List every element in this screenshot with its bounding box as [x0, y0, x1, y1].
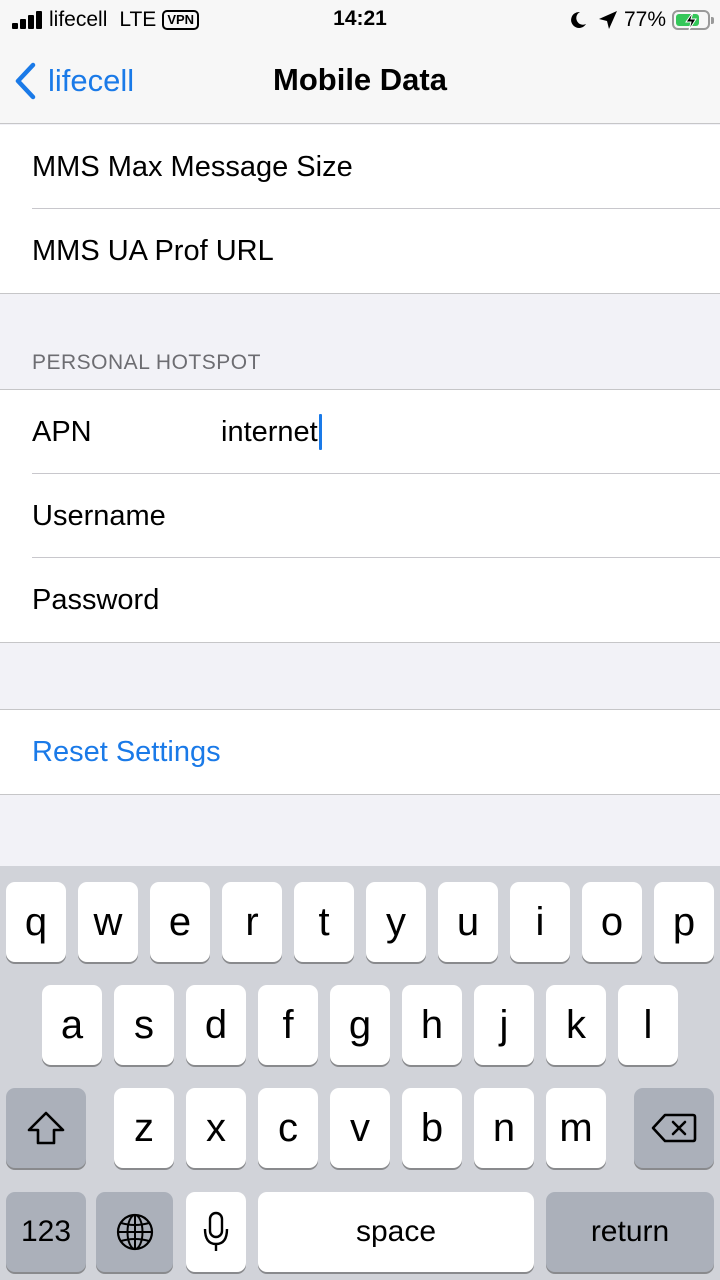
key-d[interactable]: d — [186, 985, 246, 1065]
apn-label: APN — [32, 415, 92, 448]
key-z[interactable]: z — [114, 1088, 174, 1168]
apn-field[interactable]: internet — [221, 390, 322, 474]
key-j[interactable]: j — [474, 985, 534, 1065]
microphone-icon — [203, 1211, 229, 1251]
keyboard: q w e r t y u i o p a s d f g h j k l z … — [0, 866, 720, 1280]
numbers-key[interactable]: 123 — [6, 1192, 86, 1272]
key-o[interactable]: o — [582, 882, 642, 962]
text-cursor — [318, 414, 322, 450]
username-label: Username — [32, 499, 166, 532]
password-row[interactable]: Password — [0, 558, 720, 642]
mms-settings-group: MMS Max Message Size MMS UA Prof URL — [0, 125, 720, 294]
key-n[interactable]: n — [474, 1088, 534, 1168]
key-v[interactable]: v — [330, 1088, 390, 1168]
key-c[interactable]: c — [258, 1088, 318, 1168]
status-right: 77% — [568, 6, 714, 34]
microphone-key[interactable] — [186, 1192, 246, 1272]
backspace-icon — [651, 1113, 697, 1143]
key-h[interactable]: h — [402, 985, 462, 1065]
battery-charging-icon — [672, 10, 714, 31]
status-bar: lifecell LTE VPN 14:21 77% — [0, 0, 720, 40]
username-row[interactable]: Username — [0, 474, 720, 558]
key-l[interactable]: l — [618, 985, 678, 1065]
mms-ua-prof-url-row[interactable]: MMS UA Prof URL — [0, 209, 720, 293]
key-m[interactable]: m — [546, 1088, 606, 1168]
key-b[interactable]: b — [402, 1088, 462, 1168]
key-q[interactable]: q — [6, 882, 66, 962]
key-e[interactable]: e — [150, 882, 210, 962]
key-f[interactable]: f — [258, 985, 318, 1065]
key-s[interactable]: s — [114, 985, 174, 1065]
reset-settings-button[interactable]: Reset Settings — [0, 710, 720, 794]
mms-max-size-row[interactable]: MMS Max Message Size — [0, 125, 720, 209]
moon-icon — [568, 10, 588, 30]
space-key[interactable]: space — [258, 1192, 534, 1272]
key-i[interactable]: i — [510, 882, 570, 962]
row-label: MMS Max Message Size — [32, 150, 353, 183]
shift-icon — [27, 1111, 65, 1145]
key-r[interactable]: r — [222, 882, 282, 962]
key-u[interactable]: u — [438, 882, 498, 962]
key-t[interactable]: t — [294, 882, 354, 962]
key-w[interactable]: w — [78, 882, 138, 962]
shift-key[interactable] — [6, 1088, 86, 1168]
battery-percent: 77% — [623, 8, 666, 31]
key-p[interactable]: p — [654, 882, 714, 962]
delete-key[interactable] — [634, 1088, 714, 1168]
location-arrow-icon — [598, 10, 618, 30]
row-label: MMS UA Prof URL — [32, 234, 274, 267]
personal-hotspot-group: APN internet Username Password — [0, 389, 720, 643]
key-x[interactable]: x — [186, 1088, 246, 1168]
section-header-personal-hotspot: PERSONAL HOTSPOT — [32, 351, 261, 374]
globe-icon — [116, 1213, 153, 1251]
key-g[interactable]: g — [330, 985, 390, 1065]
reset-group: Reset Settings — [0, 709, 720, 795]
page-title: Mobile Data — [273, 62, 447, 97]
navigation-bar: lifecell Mobile Data — [0, 40, 720, 124]
return-key[interactable]: return — [546, 1192, 714, 1272]
key-y[interactable]: y — [366, 882, 426, 962]
key-k[interactable]: k — [546, 985, 606, 1065]
apn-value: internet — [221, 415, 318, 448]
globe-key[interactable] — [96, 1192, 173, 1272]
apn-row[interactable]: APN internet — [0, 390, 720, 474]
key-a[interactable]: a — [42, 985, 102, 1065]
password-label: Password — [32, 583, 160, 616]
